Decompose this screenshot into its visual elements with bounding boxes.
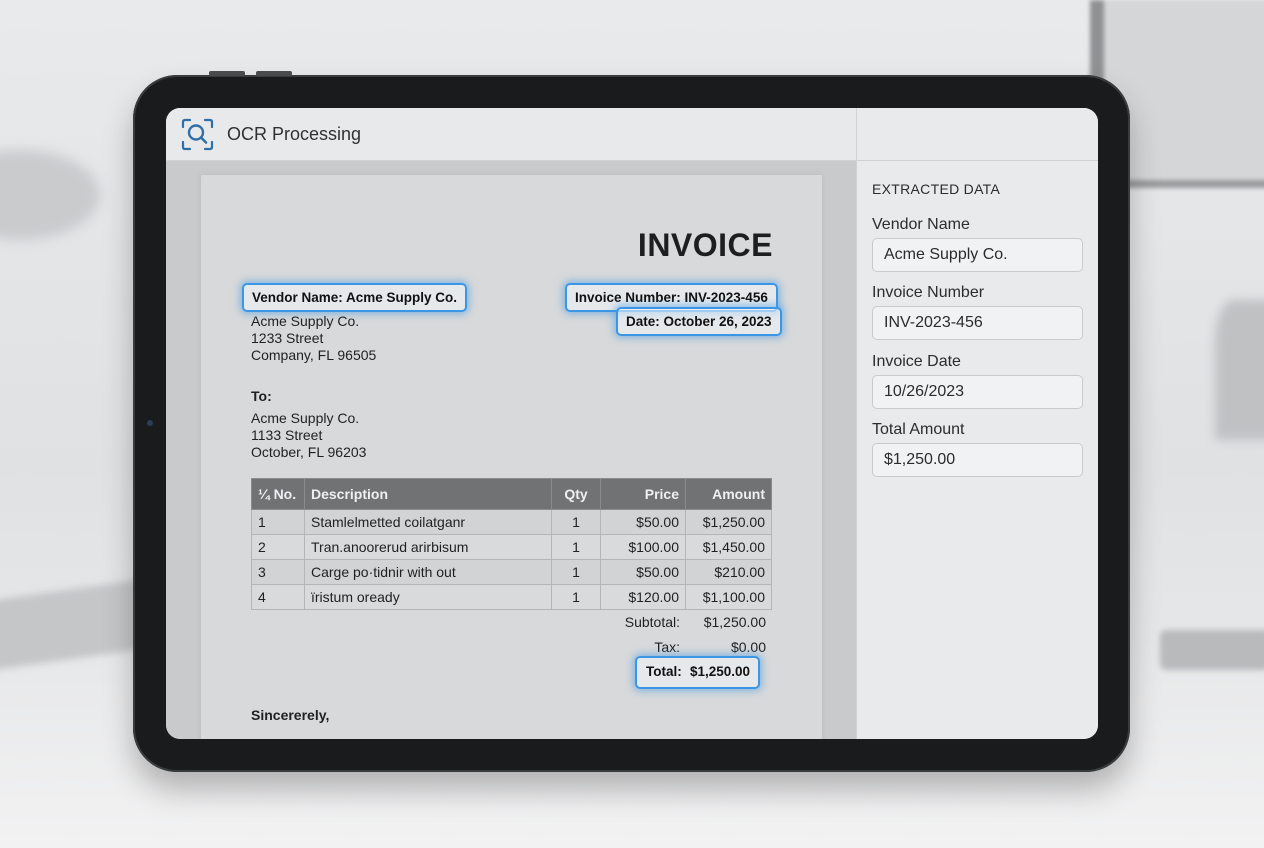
total-label: Total: bbox=[646, 664, 682, 679]
table-cell: $210.00 bbox=[685, 559, 772, 585]
subtotal-value: $1,250.00 bbox=[703, 614, 766, 630]
line-items-table: ¼ No. Description Qty Price Amount 1 Sta… bbox=[251, 478, 772, 610]
from-address-line: 1233 Street bbox=[251, 330, 324, 346]
subtotal-label: Subtotal: bbox=[624, 614, 680, 630]
invoice-number-label: Invoice Number bbox=[872, 284, 985, 301]
background-plant bbox=[1215, 300, 1264, 440]
background-object bbox=[0, 579, 140, 671]
total-amount-label: Total Amount bbox=[872, 421, 965, 438]
table-header-row: ¼ No. Description Qty Price Amount bbox=[251, 478, 772, 510]
table-cell: ïristum oready bbox=[304, 584, 552, 610]
tablet-volume-button bbox=[256, 71, 292, 76]
table-cell: 1 bbox=[551, 559, 601, 585]
vendor-name-label: Vendor Name bbox=[872, 216, 970, 233]
tablet-camera bbox=[147, 420, 153, 426]
closing-text: Sincererely, bbox=[251, 707, 330, 723]
table-cell: $100.00 bbox=[600, 534, 686, 560]
table-cell: 3 bbox=[251, 559, 305, 585]
from-address-line: Company, FL 96505 bbox=[251, 347, 377, 363]
table-cell: Tran.anoorerud arirbisum bbox=[304, 534, 552, 560]
table-cell: $120.00 bbox=[600, 584, 686, 610]
document-viewer[interactable]: INVOICE Vendor Name: Acme Supply Co. Inv… bbox=[166, 161, 856, 739]
invoice-document: INVOICE Vendor Name: Acme Supply Co. Inv… bbox=[201, 175, 822, 739]
table-cell: $50.00 bbox=[600, 559, 686, 585]
panel-heading: EXTRACTED DATA bbox=[872, 181, 1001, 197]
table-cell: $1,250.00 bbox=[685, 509, 772, 535]
tax-value: $0.00 bbox=[730, 639, 766, 655]
background-object bbox=[1160, 630, 1264, 670]
to-address-line: Acme Supply Co. bbox=[251, 410, 360, 426]
table-row: 2 Tran.anoorerud arirbisum 1 $100.00 $1,… bbox=[251, 534, 772, 560]
table-cell: 1 bbox=[551, 534, 601, 560]
from-address-line: Acme Supply Co. bbox=[251, 313, 360, 329]
background-lamp bbox=[0, 150, 100, 240]
table-cell: 2 bbox=[251, 534, 305, 560]
table-row: 3 Carge po·tidnir with out 1 $50.00 $210… bbox=[251, 559, 772, 585]
table-cell: 1 bbox=[551, 509, 601, 535]
ocr-highlight-vendor[interactable]: Vendor Name: Acme Supply Co. bbox=[242, 283, 468, 312]
to-address-line: October, FL 96203 bbox=[251, 444, 367, 460]
table-row: 4 ïristum oready 1 $120.00 $1,100.00 bbox=[251, 584, 772, 610]
invoice-date-field[interactable] bbox=[872, 375, 1083, 409]
extracted-data-panel: EXTRACTED DATA Vendor Name Invoice Numbe… bbox=[856, 108, 1098, 739]
total-value: $1,250.00 bbox=[689, 664, 750, 679]
column-header: Description bbox=[304, 478, 552, 510]
ocr-highlight-date[interactable]: Date: October 26, 2023 bbox=[616, 307, 782, 336]
tax-label: Tax: bbox=[654, 639, 680, 655]
panel-header-bar bbox=[857, 108, 1098, 161]
table-cell: $1,100.00 bbox=[685, 584, 772, 610]
table-cell: Stamlelmetted coilatganr bbox=[304, 509, 552, 535]
app-header: OCR Processing bbox=[166, 108, 856, 161]
column-header: ¼ No. bbox=[251, 478, 305, 510]
vendor-name-field[interactable] bbox=[872, 238, 1083, 272]
column-header: Price bbox=[600, 478, 686, 510]
invoice-date-label: Invoice Date bbox=[872, 353, 961, 370]
invoice-title: INVOICE bbox=[637, 227, 773, 263]
table-cell: 1 bbox=[251, 509, 305, 535]
table-cell: 1 bbox=[551, 584, 601, 610]
total-amount-field[interactable] bbox=[872, 443, 1083, 477]
to-address-line: 1133 Street bbox=[251, 427, 323, 443]
table-cell: $1,450.00 bbox=[685, 534, 772, 560]
ocr-highlight-total[interactable]: Total: $1,250.00 bbox=[635, 656, 760, 689]
table-cell: Carge po·tidnir with out bbox=[304, 559, 552, 585]
tablet-volume-button bbox=[209, 71, 245, 76]
table-cell: 4 bbox=[251, 584, 305, 610]
tablet-screen: OCR Processing INVOICE Vendor Name: Acme… bbox=[166, 108, 1098, 739]
table-row: 1 Stamlelmetted coilatganr 1 $50.00 $1,2… bbox=[251, 509, 772, 535]
table-cell: $50.00 bbox=[600, 509, 686, 535]
column-header: Qty bbox=[551, 478, 601, 510]
app-title: OCR Processing bbox=[227, 124, 362, 144]
scan-search-icon bbox=[181, 118, 214, 151]
invoice-number-field[interactable] bbox=[872, 306, 1083, 340]
to-label: To: bbox=[251, 388, 272, 404]
column-header: Amount bbox=[685, 478, 772, 510]
